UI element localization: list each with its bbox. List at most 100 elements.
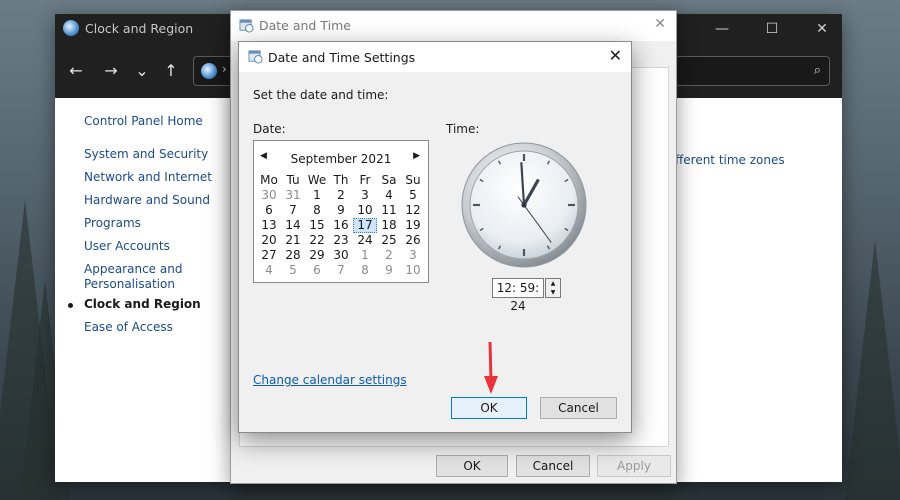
recent-locations-chevron-icon[interactable]: ⌄ — [131, 60, 153, 82]
calendar-day[interactable]: 10 — [353, 203, 377, 218]
calendar-day[interactable]: 9 — [377, 263, 401, 278]
calendar-day[interactable]: 25 — [377, 233, 401, 248]
time-input[interactable]: 12: 59: 24 — [492, 278, 544, 313]
breadcrumb-chevron-icon: › — [222, 62, 227, 76]
analog-clock — [461, 142, 587, 268]
ok-button[interactable]: OK — [451, 397, 527, 419]
calendar-day[interactable]: 5 — [281, 263, 305, 278]
calendar-day[interactable]: 5 — [401, 188, 425, 203]
settings-titlebar: Date and Time Settings ✕ — [239, 42, 631, 72]
calendar: ◀ September 2021 ▶ Mo Tu We Th Fr Sa Su 30 31 1 2 3… — [253, 140, 429, 283]
weekday-header: Tu — [286, 173, 300, 187]
calendar-day[interactable]: 11 — [377, 203, 401, 218]
sidebar-item-control-panel-home[interactable]: Control Panel Home — [84, 114, 203, 129]
spin-down-icon[interactable]: ▼ — [546, 288, 560, 297]
dialog-title: Date and Time — [259, 18, 351, 33]
weekday-header: Th — [333, 173, 349, 187]
calendar-day[interactable]: 3 — [401, 248, 425, 263]
sidebar-item-user-accounts[interactable]: User Accounts — [84, 239, 170, 254]
sidebar-item-clock-and-region[interactable]: Clock and Region — [68, 297, 201, 312]
weekday-header: Mo — [260, 173, 278, 187]
calendar-day[interactable]: 1 — [353, 248, 377, 263]
instruction-label: Set the date and time: — [253, 88, 389, 102]
up-arrow-icon[interactable]: ↑ — [160, 60, 182, 82]
weekday-header: Sa — [381, 173, 397, 187]
window-title: Clock and Region — [85, 21, 194, 36]
calendar-month-title[interactable]: September 2021 — [254, 152, 428, 166]
calendar-day[interactable]: 23 — [329, 233, 353, 248]
close-button[interactable]: ✕ — [802, 18, 842, 40]
date-and-time-titlebar: Date and Time ✕ — [231, 11, 676, 41]
calendar-day[interactable]: 2 — [329, 188, 353, 203]
calendar-day[interactable]: 20 — [257, 233, 281, 248]
calendar-day[interactable]: 4 — [377, 188, 401, 203]
calendar-clock-icon — [248, 50, 263, 64]
weekday-header: Fr — [359, 173, 371, 187]
calendar-day[interactable]: 30 — [257, 188, 281, 203]
calendar-day[interactable]: 18 — [377, 218, 401, 233]
calendar-day[interactable]: 15 — [305, 218, 329, 233]
sidebar-item-ease-of-access[interactable]: Ease of Access — [84, 320, 173, 335]
close-icon[interactable]: ✕ — [654, 16, 666, 32]
calendar-day[interactable]: 29 — [305, 248, 329, 263]
back-arrow-icon[interactable]: ← — [65, 60, 87, 82]
calendar-day[interactable]: 8 — [353, 263, 377, 278]
calendar-day[interactable]: 9 — [329, 203, 353, 218]
calendar-day[interactable]: 13 — [257, 218, 281, 233]
minimize-button[interactable]: — — [702, 18, 742, 40]
spin-up-icon[interactable]: ▲ — [546, 279, 560, 288]
search-box[interactable]: ⌕ — [675, 56, 830, 86]
calendar-day[interactable]: 28 — [281, 248, 305, 263]
calendar-day[interactable]: 24 — [353, 233, 377, 248]
calendar-day[interactable]: 3 — [353, 188, 377, 203]
calendar-day[interactable]: 21 — [281, 233, 305, 248]
sidebar-item-network-and-internet[interactable]: Network and Internet — [84, 170, 212, 185]
calendar-day[interactable]: 14 — [281, 218, 305, 233]
calendar-day[interactable]: 6 — [305, 263, 329, 278]
current-page-bullet — [68, 303, 73, 308]
sidebar-item-appearance-line2[interactable]: Personalisation — [84, 277, 175, 292]
calendar-day[interactable]: 17 — [353, 218, 377, 233]
ok-button[interactable]: OK — [436, 455, 508, 477]
control-panel-icon — [201, 63, 217, 79]
calendar-day[interactable]: 19 — [401, 218, 425, 233]
next-month-arrow-icon[interactable]: ▶ — [413, 151, 420, 161]
apply-button[interactable]: Apply — [597, 455, 671, 477]
calendar-day[interactable]: 2 — [377, 248, 401, 263]
calendar-clock-icon — [239, 19, 254, 33]
sidebar-item-hardware-and-sound[interactable]: Hardware and Sound — [84, 193, 210, 208]
date-label: Date: — [253, 122, 286, 136]
sidebar-item-programs[interactable]: Programs — [84, 216, 141, 231]
calendar-day[interactable]: 16 — [329, 218, 353, 233]
calendar-day[interactable]: 7 — [281, 203, 305, 218]
calendar-day[interactable]: 31 — [281, 188, 305, 203]
search-icon: ⌕ — [813, 63, 821, 78]
cancel-button[interactable]: Cancel — [540, 397, 617, 419]
calendar-day[interactable]: 4 — [257, 263, 281, 278]
time-spinner[interactable]: ▲ ▼ — [545, 278, 561, 298]
calendar-day[interactable]: 10 — [401, 263, 425, 278]
control-panel-icon — [63, 20, 79, 36]
sidebar-item-label: Clock and Region — [84, 297, 201, 311]
time-label: Time: — [446, 122, 480, 136]
calendar-day[interactable]: 26 — [401, 233, 425, 248]
calendar-grid: Mo Tu We Th Fr Sa Su 30 31 1 2 3 4 5 6 7 8 9 10 11 12 13 14 15 1… — [257, 173, 427, 278]
close-icon[interactable]: ✕ — [609, 46, 622, 65]
maximize-button[interactable]: ☐ — [752, 18, 792, 40]
calendar-day[interactable]: 12 — [401, 203, 425, 218]
calendar-day[interactable]: 6 — [257, 203, 281, 218]
calendar-day[interactable]: 8 — [305, 203, 329, 218]
calendar-day[interactable]: 27 — [257, 248, 281, 263]
time-zones-link[interactable]: fferent time zones — [675, 153, 785, 167]
change-calendar-settings-link[interactable]: Change calendar settings — [253, 373, 407, 387]
calendar-day[interactable]: 7 — [329, 263, 353, 278]
sidebar-item-system-and-security[interactable]: System and Security — [84, 147, 208, 162]
forward-arrow-icon[interactable]: → — [100, 60, 122, 82]
background-tree — [845, 240, 900, 500]
calendar-day[interactable]: 1 — [305, 188, 329, 203]
cancel-button[interactable]: Cancel — [516, 455, 590, 477]
sidebar-item-appearance-line1[interactable]: Appearance and — [84, 262, 182, 277]
calendar-day[interactable]: 30 — [329, 248, 353, 263]
date-and-time-settings-dialog: Date and Time Settings ✕ Set the date an… — [238, 41, 632, 433]
calendar-day[interactable]: 22 — [305, 233, 329, 248]
